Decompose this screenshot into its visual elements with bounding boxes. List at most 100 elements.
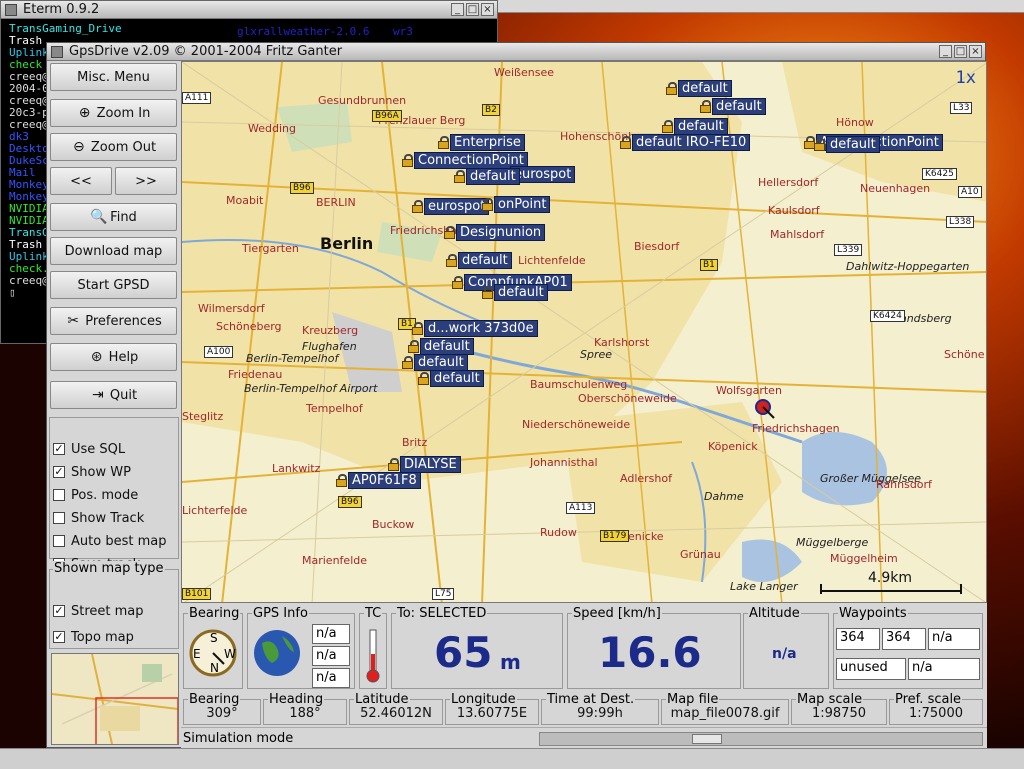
road-shield: B96	[290, 182, 314, 194]
checkbox[interactable]: ✓	[53, 466, 65, 478]
lock-icon	[700, 99, 711, 113]
info-cell-latitude: Latitude 52.46012N	[349, 692, 443, 725]
waypoint-marker[interactable]: Designunion	[444, 223, 546, 241]
checkbox[interactable]	[53, 489, 65, 501]
zoom-out-icon: ⊖	[73, 139, 85, 155]
overview-minimap[interactable]	[51, 653, 179, 745]
waypoint-marker[interactable]: default	[662, 117, 728, 135]
wp-value-2: 364	[882, 628, 926, 650]
waypoint-marker[interactable]: AP0F61F8	[336, 471, 421, 489]
info-cell-value: 13.60775E	[456, 706, 528, 721]
info-cell-title: Heading	[268, 692, 325, 707]
quit-button[interactable]: ⇥ Quit	[50, 381, 177, 409]
map-type-title: Shown map type	[53, 561, 165, 576]
maximize-icon[interactable]: □	[954, 45, 967, 58]
checkbox[interactable]: ✓	[53, 443, 65, 455]
wp-value-3: n/a	[928, 628, 980, 650]
waypoint-marker[interactable]: default	[454, 167, 520, 185]
scrollbar-thumb[interactable]	[692, 734, 722, 744]
waypoint-label: d...work 373d0e	[424, 319, 538, 337]
next-map-button[interactable]: >>	[115, 167, 177, 195]
close-icon[interactable]: ×	[481, 3, 494, 16]
waypoint-marker[interactable]: Enterprise	[438, 133, 525, 151]
scale-bar: 4.9km	[820, 570, 978, 598]
maptype-topo-map[interactable]: ✓ Topo map	[53, 627, 134, 647]
road-shield: K6425	[922, 168, 957, 180]
info-cell-time-at-dest-: Time at Dest. 99:99h	[541, 692, 659, 725]
prev-map-button[interactable]: <<	[50, 167, 112, 195]
waypoint-marker[interactable]: DIALYSE	[388, 455, 461, 473]
info-cell-title: Map scale	[796, 692, 864, 707]
checkbox[interactable]: ✓	[53, 605, 65, 617]
map-place-label: Mahlsdorf	[770, 228, 825, 241]
window-menu-icon[interactable]	[51, 46, 63, 58]
minimize-icon[interactable]: _	[451, 3, 464, 16]
zoom-in-button[interactable]: ⊕ Zoom In	[50, 99, 177, 127]
map-view[interactable]: Weißensee Gesundbrunnen Wedding Prenzlauer …	[181, 61, 987, 603]
map-place-label: Baumschulenweg	[530, 378, 628, 391]
map-place-label: BERLIN	[316, 196, 356, 209]
waypoint-marker[interactable]: default	[402, 353, 468, 371]
road-shield: L33	[950, 102, 973, 114]
map-place-label: Wedding	[248, 122, 296, 135]
road-shield: L339	[834, 244, 863, 256]
help-button[interactable]: ⊛ Help	[50, 343, 177, 371]
maptype-street-map[interactable]: ✓ Street map	[53, 601, 144, 621]
waypoint-marker[interactable]: default	[482, 283, 548, 301]
waypoint-marker[interactable]: default IRO-FE10	[620, 133, 751, 151]
map-place-label: Biesdorf	[634, 240, 680, 253]
start-gpsd-button[interactable]: Start GPSD	[50, 271, 177, 299]
gps-value-2: n/a	[312, 646, 350, 666]
road-shield: L338	[946, 216, 975, 228]
gps-value-3: n/a	[312, 668, 350, 688]
waypoint-marker[interactable]: default	[408, 337, 474, 355]
current-position-marker	[754, 398, 775, 419]
window-menu-icon[interactable]	[5, 4, 17, 16]
lock-icon	[336, 473, 347, 487]
map-place-label: Weißensee	[494, 66, 554, 79]
download-map-button[interactable]: Download map	[50, 237, 177, 265]
info-cell-value: 309°	[206, 706, 238, 721]
lifebuoy-icon: ⊛	[90, 349, 103, 365]
map-place-label: Schöneberg	[216, 320, 282, 333]
gpsdrive-titlebar[interactable]: GpsDrive v2.09 © 2001-2004 Fritz Ganter …	[47, 43, 985, 61]
terminal-text: wr3	[393, 25, 413, 38]
checkbox[interactable]	[53, 512, 65, 524]
waypoint-marker[interactable]: default	[814, 135, 880, 153]
option-auto-best-map[interactable]: Auto best map	[53, 531, 166, 551]
zoom-out-button[interactable]: ⊖ Zoom Out	[50, 133, 177, 161]
road-shield: B1	[700, 259, 718, 271]
gpsdrive-window[interactable]: GpsDrive v2.09 © 2001-2004 Fritz Ganter …	[46, 42, 987, 749]
map-place-label: Britz	[402, 436, 428, 449]
find-button[interactable]: 🔍 Find	[50, 203, 177, 231]
waypoint-marker[interactable]: default	[666, 79, 732, 97]
option-show-wp[interactable]: ✓ Show WP	[53, 462, 131, 482]
waypoint-marker[interactable]: default	[418, 369, 484, 387]
preferences-button[interactable]: ✂ Preferences	[50, 307, 177, 335]
lock-icon	[438, 135, 449, 149]
waypoint-label: default	[826, 135, 880, 153]
map-scrollbar[interactable]	[539, 732, 983, 746]
option-show-track[interactable]: Show Track	[53, 508, 144, 528]
close-icon[interactable]: ×	[969, 45, 982, 58]
svg-text:E: E	[193, 647, 201, 661]
map-place-label: Dahme	[704, 490, 744, 503]
lock-icon	[412, 199, 423, 213]
waypoint-marker[interactable]: d...work 373d0e	[412, 319, 538, 337]
lock-icon	[418, 371, 429, 385]
misc-menu-button[interactable]: Misc. Menu	[50, 63, 177, 91]
minimize-icon[interactable]: _	[939, 45, 952, 58]
checkbox[interactable]	[53, 535, 65, 547]
waypoint-marker[interactable]: default	[700, 97, 766, 115]
option-pos-mode[interactable]: Pos. mode	[53, 485, 138, 505]
checkbox[interactable]: ✓	[53, 631, 65, 643]
option-use-sql[interactable]: ✓ Use SQL	[53, 439, 125, 459]
map-place-label: Wilmersdorf	[198, 302, 265, 315]
waypoint-label: default	[430, 369, 484, 387]
eterm-titlebar[interactable]: Eterm 0.9.2 _ □ ×	[1, 1, 497, 19]
waypoint-marker[interactable]: eurospot	[412, 197, 490, 215]
maximize-icon[interactable]: □	[466, 3, 479, 16]
waypoint-label: default	[420, 337, 474, 355]
waypoint-marker[interactable]: onPoint	[482, 195, 551, 213]
waypoint-marker[interactable]: default	[446, 251, 512, 269]
